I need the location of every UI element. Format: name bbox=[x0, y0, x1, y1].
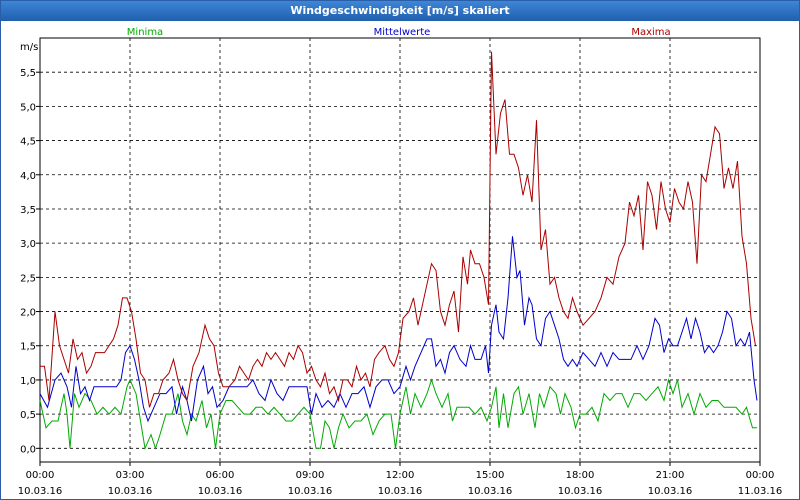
y-axis-ticks: 0,0 0,5 1,0 1,5 2,0 2,5 3,0 3,5 4,0 4,5 5,0 5,5 bbox=[20, 68, 40, 455]
x-tick-date: 10.03.16 bbox=[648, 486, 693, 497]
x-tick-date: 10.03.16 bbox=[468, 486, 513, 497]
x-tick-time: 12:00 bbox=[386, 470, 415, 481]
y-tick-label: 1,5 bbox=[20, 342, 36, 353]
y-axis-label: m/s bbox=[20, 42, 38, 53]
legend-minima: Minima bbox=[127, 27, 163, 38]
series-lines bbox=[39, 51, 758, 451]
wind-speed-chart: 0,0 0,5 1,0 1,5 2,0 2,5 3,0 3,5 4,0 4,5 5,0 5,5 00:… bbox=[18, 27, 783, 497]
x-tick-time: 21:00 bbox=[656, 470, 685, 481]
x-tick-time: 09:00 bbox=[296, 470, 325, 481]
series-line-minima bbox=[39, 378, 757, 451]
x-tick-date: 10.03.16 bbox=[108, 486, 153, 497]
y-tick-label: 0,0 bbox=[20, 444, 36, 455]
x-tick-date: 10.03.16 bbox=[198, 486, 243, 497]
x-tick-time: 00:00 bbox=[746, 470, 775, 481]
x-tick-date: 10.03.16 bbox=[288, 486, 333, 497]
x-tick-time: 06:00 bbox=[206, 470, 235, 481]
y-tick-label: 1,0 bbox=[20, 376, 36, 387]
y-tick-label: 5,5 bbox=[20, 68, 36, 79]
x-axis-ticks: 00:00 10.03.16 03:00 10.03.16 06:00 10.03.16 0… bbox=[18, 462, 783, 497]
x-tick-date: 10.03.16 bbox=[558, 486, 603, 497]
y-tick-label: 2,5 bbox=[20, 273, 36, 284]
series-line-maxima bbox=[40, 51, 756, 408]
y-tick-label: 3,5 bbox=[20, 205, 36, 216]
y-tick-label: 4,5 bbox=[20, 137, 36, 148]
x-tick-date: 11.03.16 bbox=[738, 486, 783, 497]
legend-mittelwerte: Mittelwerte bbox=[374, 27, 431, 38]
y-tick-label: 5,0 bbox=[20, 102, 36, 113]
y-tick-label: 4,0 bbox=[20, 171, 36, 182]
y-tick-label: 0,5 bbox=[20, 410, 36, 421]
x-tick-time: 18:00 bbox=[566, 470, 595, 481]
x-tick-time: 00:00 bbox=[26, 470, 55, 481]
y-tick-label: 3,0 bbox=[20, 239, 36, 250]
x-tick-time: 15:00 bbox=[476, 470, 505, 481]
x-tick-date: 10.03.16 bbox=[18, 486, 63, 497]
x-tick-date: 10.03.16 bbox=[378, 486, 423, 497]
legend-maxima: Maxima bbox=[631, 27, 670, 38]
y-tick-label: 2,0 bbox=[20, 308, 36, 319]
x-tick-time: 03:00 bbox=[116, 470, 145, 481]
